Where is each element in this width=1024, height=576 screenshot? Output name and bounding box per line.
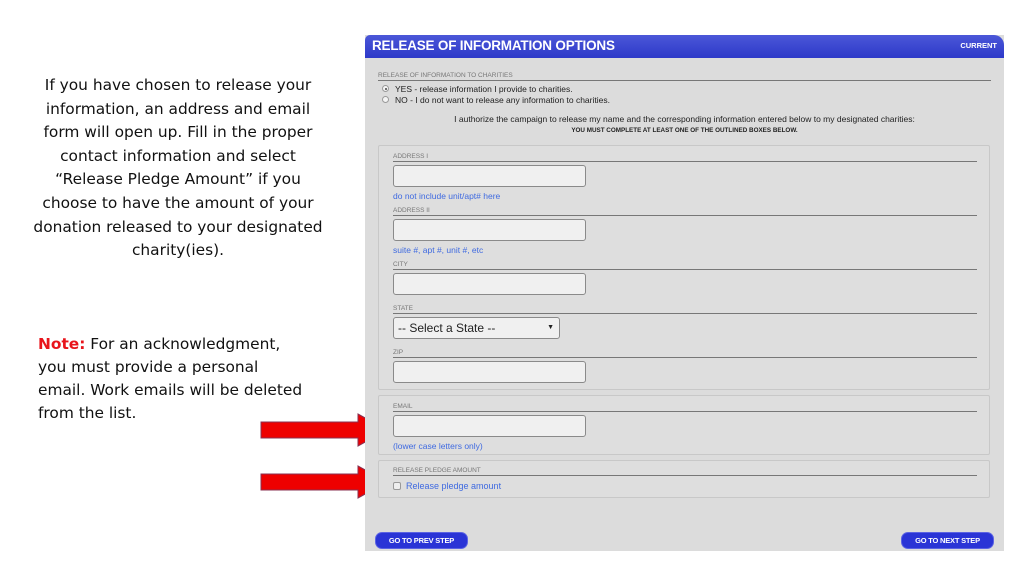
address1-input[interactable] bbox=[393, 165, 586, 187]
instructions-text: If you have chosen to release your infor… bbox=[33, 76, 323, 260]
prev-step-button[interactable]: GO TO PREV STEP bbox=[375, 532, 468, 549]
state-select-value: -- Select a State -- bbox=[398, 321, 496, 335]
next-step-button[interactable]: GO TO NEXT STEP bbox=[901, 532, 994, 549]
panel-title: RELEASE OF INFORMATION OPTIONS bbox=[372, 38, 615, 53]
release-section: RELEASE OF INFORMATION TO CHARITIES YES … bbox=[378, 72, 991, 134]
city-input[interactable] bbox=[393, 273, 586, 295]
address1-label: ADDRESS I bbox=[393, 153, 977, 162]
address2-label: ADDRESS II bbox=[393, 207, 977, 216]
address2-input[interactable] bbox=[393, 219, 586, 241]
email-input[interactable] bbox=[393, 415, 586, 437]
email-label: EMAIL bbox=[393, 403, 977, 412]
release-options-panel: RELEASE OF INFORMATION OPTIONS CURRENT R… bbox=[365, 35, 1004, 551]
zip-label: ZIP bbox=[393, 349, 977, 358]
radio-yes-label[interactable]: YES - release information I provide to c… bbox=[395, 84, 573, 94]
panel-header: RELEASE OF INFORMATION OPTIONS CURRENT bbox=[365, 35, 1004, 58]
zip-input[interactable] bbox=[393, 361, 586, 383]
state-label: STATE bbox=[393, 305, 977, 314]
release-pledge-option[interactable]: Release pledge amount bbox=[393, 481, 501, 491]
address2-hint: suite #, apt #, unit #, etc bbox=[393, 245, 484, 255]
city-label: CITY bbox=[393, 261, 977, 270]
email-hint: (lower case letters only) bbox=[393, 441, 483, 451]
release-section-label: RELEASE OF INFORMATION TO CHARITIES bbox=[378, 72, 991, 81]
dropdown-caret-icon: ▼ bbox=[547, 324, 554, 331]
release-pledge-checkbox[interactable] bbox=[393, 482, 401, 490]
note-label: Note: bbox=[38, 335, 86, 353]
note-text: Note: For an acknowledgment, you must pr… bbox=[38, 333, 308, 425]
status-badge: CURRENT bbox=[960, 41, 997, 50]
state-select[interactable]: -- Select a State -- ▼ bbox=[393, 317, 560, 339]
pledge-box: RELEASE PLEDGE AMOUNT Release pledge amo… bbox=[378, 460, 990, 498]
radio-no[interactable] bbox=[382, 96, 389, 103]
radio-yes[interactable] bbox=[382, 85, 389, 92]
email-box: EMAIL (lower case letters only) bbox=[378, 395, 990, 455]
address1-hint: do not include unit/apt# here bbox=[393, 191, 501, 201]
radio-yes-option[interactable]: YES - release information I provide to c… bbox=[382, 83, 991, 94]
address-box: ADDRESS I do not include unit/apt# here … bbox=[378, 145, 990, 390]
requirement-text: YOU MUST COMPLETE AT LEAST ONE OF THE OU… bbox=[571, 127, 798, 134]
release-pledge-checkbox-label[interactable]: Release pledge amount bbox=[406, 481, 501, 491]
radio-no-label[interactable]: NO - I do not want to release any inform… bbox=[395, 95, 610, 105]
radio-no-option[interactable]: NO - I do not want to release any inform… bbox=[382, 94, 991, 105]
pledge-label: RELEASE PLEDGE AMOUNT bbox=[393, 467, 977, 476]
authorization-text: I authorize the campaign to release my n… bbox=[454, 114, 915, 124]
